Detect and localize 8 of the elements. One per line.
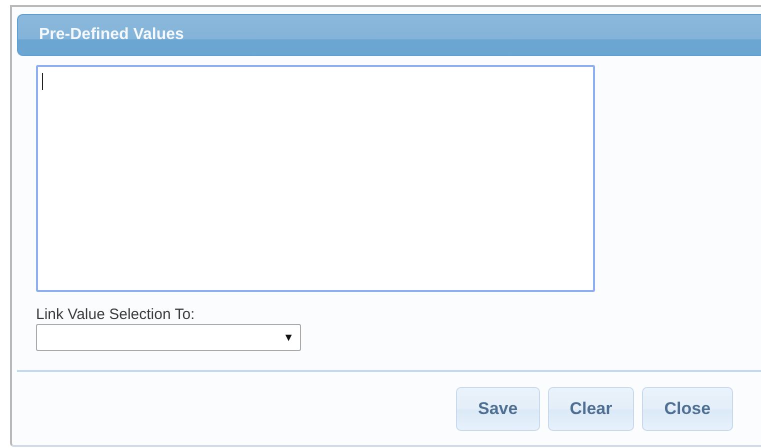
save-button[interactable]: Save: [456, 387, 540, 431]
close-button[interactable]: Close: [642, 387, 733, 431]
link-select-dropdown[interactable]: ▼: [36, 324, 301, 351]
link-select-label: Link Value Selection To:: [36, 306, 196, 323]
clear-button[interactable]: Clear: [548, 387, 634, 431]
text-cursor: [42, 73, 43, 90]
dialog-title: Pre-Defined Values: [39, 26, 184, 44]
values-text-area[interactable]: [36, 65, 595, 292]
